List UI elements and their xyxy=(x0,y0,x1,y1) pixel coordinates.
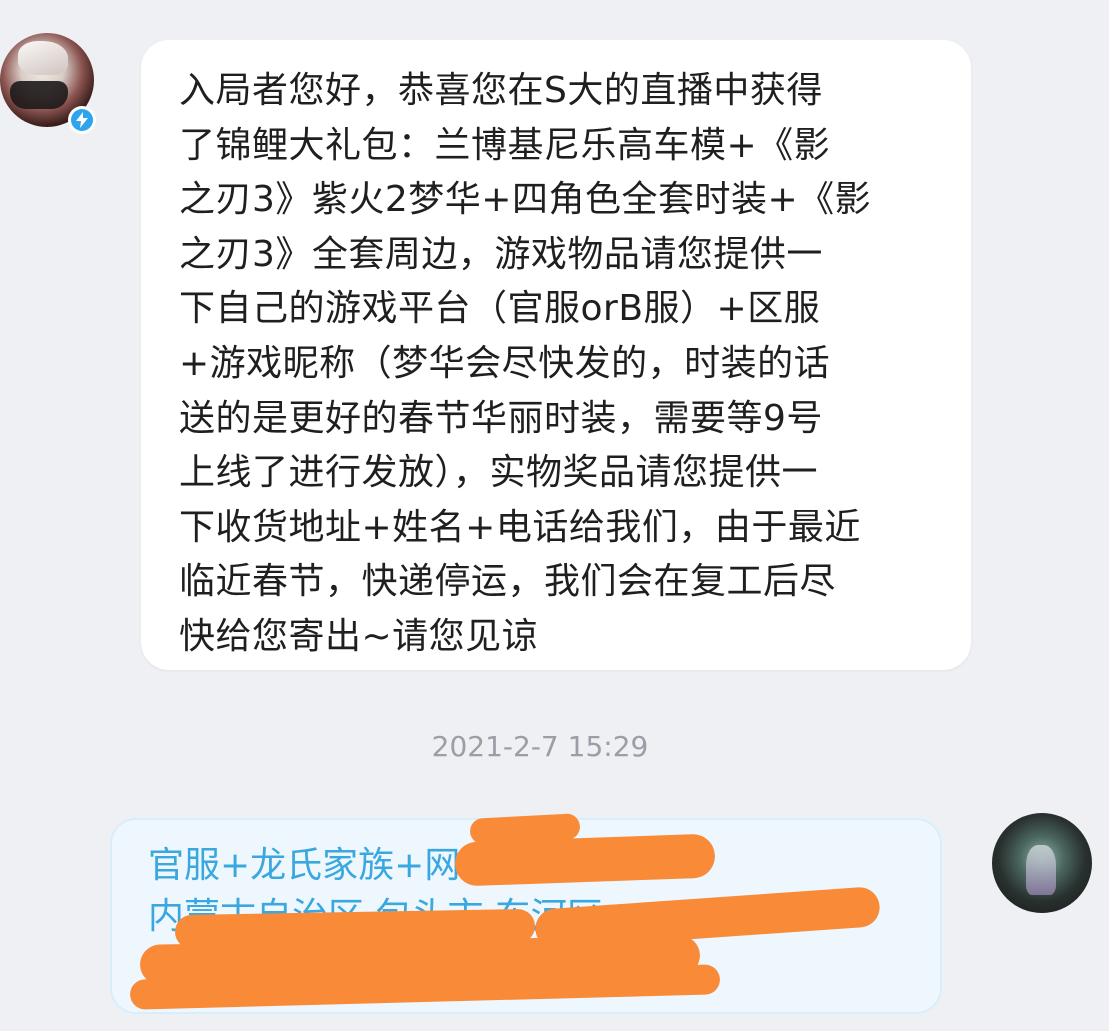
incoming-message-text: 入局者您好，恭喜您在S大的直播中获得 了锦鲤大礼包：兰博基尼乐高车模+《影 之刃… xyxy=(179,70,872,657)
user-avatar-icon[interactable] xyxy=(992,813,1092,913)
incoming-message-bubble[interactable]: 入局者您好，恭喜您在S大的直播中获得 了锦鲤大礼包：兰博基尼乐高车模+《影 之刃… xyxy=(141,40,971,670)
lightning-badge-icon xyxy=(68,106,96,134)
chat-conversation: 入局者您好，恭喜您在S大的直播中获得 了锦鲤大礼包：兰博基尼乐高车模+《影 之刃… xyxy=(0,0,1109,1031)
redaction-mark xyxy=(454,833,716,887)
message-timestamp: 2021-2-7 15:29 xyxy=(431,730,649,763)
